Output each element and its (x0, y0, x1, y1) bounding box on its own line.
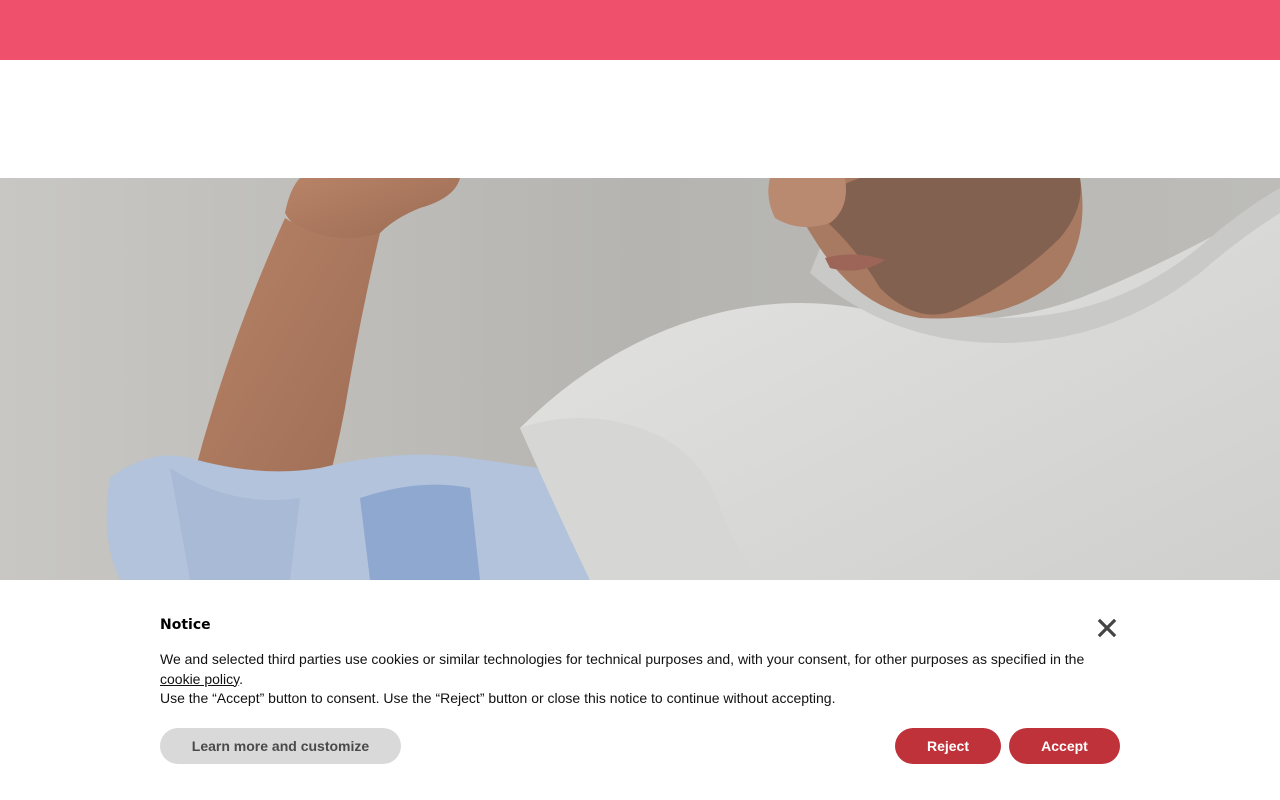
close-icon[interactable] (1094, 615, 1120, 641)
cookie-notice-title: Notice (160, 617, 211, 633)
cookie-text-intro: We and selected third parties use cookie… (160, 651, 1085, 667)
top-header-bar (0, 0, 1280, 60)
cookie-text-instructions: Use the “Accept” button to consent. Use … (160, 690, 836, 706)
hero-image (0, 178, 1280, 580)
learn-more-button[interactable]: Learn more and customize (160, 728, 401, 764)
cookie-policy-link[interactable]: cookie policy (160, 671, 239, 687)
header-area (0, 60, 1280, 178)
hero-photo (0, 178, 1280, 580)
cookie-notice: Notice We and selected third parties use… (0, 580, 1280, 800)
cookie-notice-text: We and selected third parties use cookie… (160, 650, 1120, 709)
cookie-text-period: . (239, 670, 244, 687)
reject-button[interactable]: Reject (895, 728, 1001, 764)
accept-button[interactable]: Accept (1009, 728, 1120, 764)
